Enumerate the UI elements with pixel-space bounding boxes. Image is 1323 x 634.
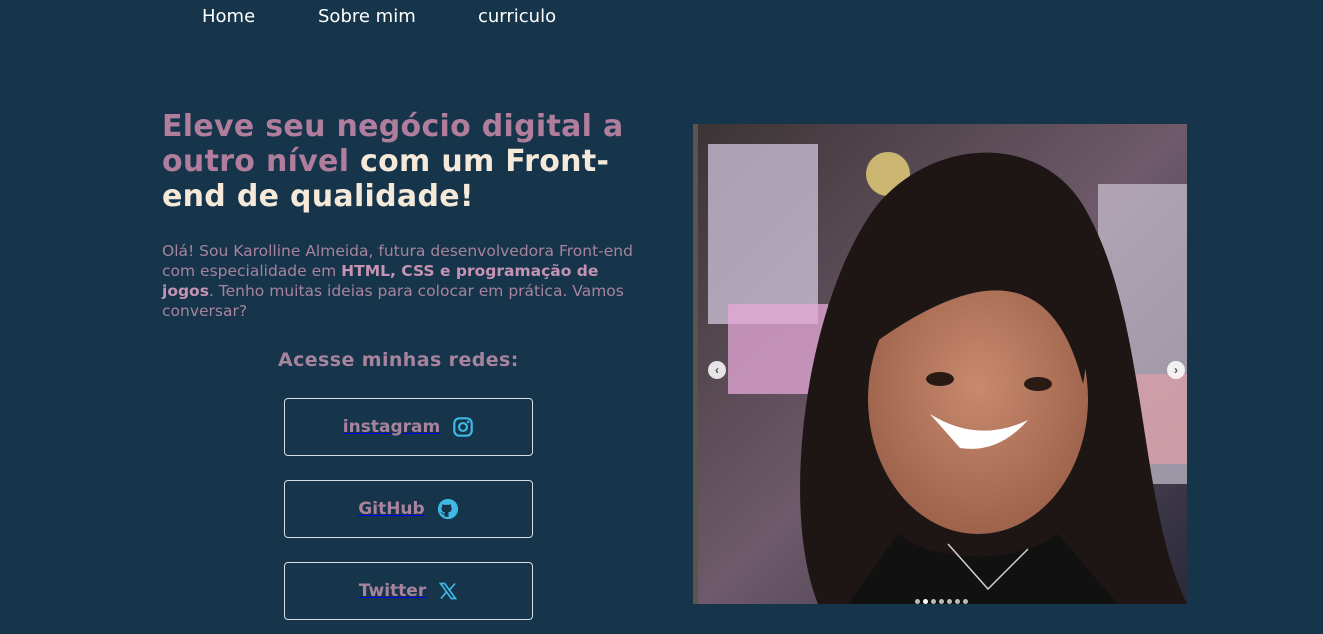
- instagram-icon: [452, 416, 474, 438]
- photo-carousel: ‹ ›: [693, 124, 1187, 604]
- carousel-dot[interactable]: [923, 599, 928, 604]
- carousel-dots: [915, 599, 968, 604]
- chevron-left-icon[interactable]: ‹: [708, 361, 726, 379]
- intro-text-end: . Tenho muitas ideias para colocar em pr…: [162, 282, 624, 320]
- carousel-dot[interactable]: [947, 599, 952, 604]
- instagram-label: instagram: [342, 417, 441, 437]
- profile-photo: [698, 124, 1187, 604]
- chevron-right-icon[interactable]: ›: [1167, 361, 1185, 379]
- carousel-dot[interactable]: [955, 599, 960, 604]
- carousel-dot[interactable]: [931, 599, 936, 604]
- social-title: Acesse minhas redes:: [278, 349, 519, 371]
- twitter-button[interactable]: Twitter: [284, 562, 533, 620]
- carousel-dot[interactable]: [939, 599, 944, 604]
- nav-curriculo-link[interactable]: curriculo: [478, 6, 556, 27]
- twitter-label: Twitter: [358, 581, 427, 601]
- nav-sobre-mim-link[interactable]: Sobre mim: [318, 6, 416, 27]
- nav-home-link[interactable]: Home: [202, 6, 255, 27]
- carousel-dot[interactable]: [963, 599, 968, 604]
- hero-headline: Eleve seu negócio digital a outro nível …: [162, 109, 652, 214]
- carousel-dot[interactable]: [915, 599, 920, 604]
- github-icon: [437, 498, 459, 520]
- github-button[interactable]: GitHub: [284, 480, 533, 538]
- instagram-button[interactable]: instagram: [284, 398, 533, 456]
- x-icon: [438, 581, 458, 601]
- hero-intro: Olá! Sou Karolline Almeida, futura desen…: [162, 241, 652, 321]
- github-label: GitHub: [358, 499, 425, 519]
